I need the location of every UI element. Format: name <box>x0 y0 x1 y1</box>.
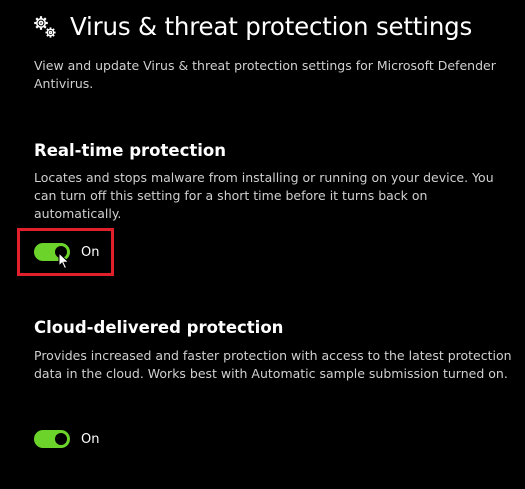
page-description: View and update Virus & threat protectio… <box>34 58 496 91</box>
toggle-knob <box>55 433 67 445</box>
realtime-protection-description: Locates and stops malware from installin… <box>34 170 494 221</box>
cloud-protection-toggle-row[interactable]: On <box>34 430 99 448</box>
settings-page: Virus & threat protection settings View … <box>0 0 525 489</box>
cloud-protection-toggle[interactable] <box>34 430 70 448</box>
realtime-protection-state-label: On <box>81 244 100 260</box>
realtime-protection-title: Real-time protection <box>34 141 226 160</box>
cloud-protection-state-label: On <box>81 431 100 447</box>
page-title: Virus & threat protection settings <box>70 12 473 41</box>
page-header: Virus & threat protection settings <box>32 12 472 41</box>
gears-icon <box>32 13 58 41</box>
cloud-protection-description: Provides increased and faster protection… <box>34 348 512 381</box>
cloud-protection-title: Cloud-delivered protection <box>34 318 284 337</box>
mouse-pointer-icon <box>58 251 70 270</box>
